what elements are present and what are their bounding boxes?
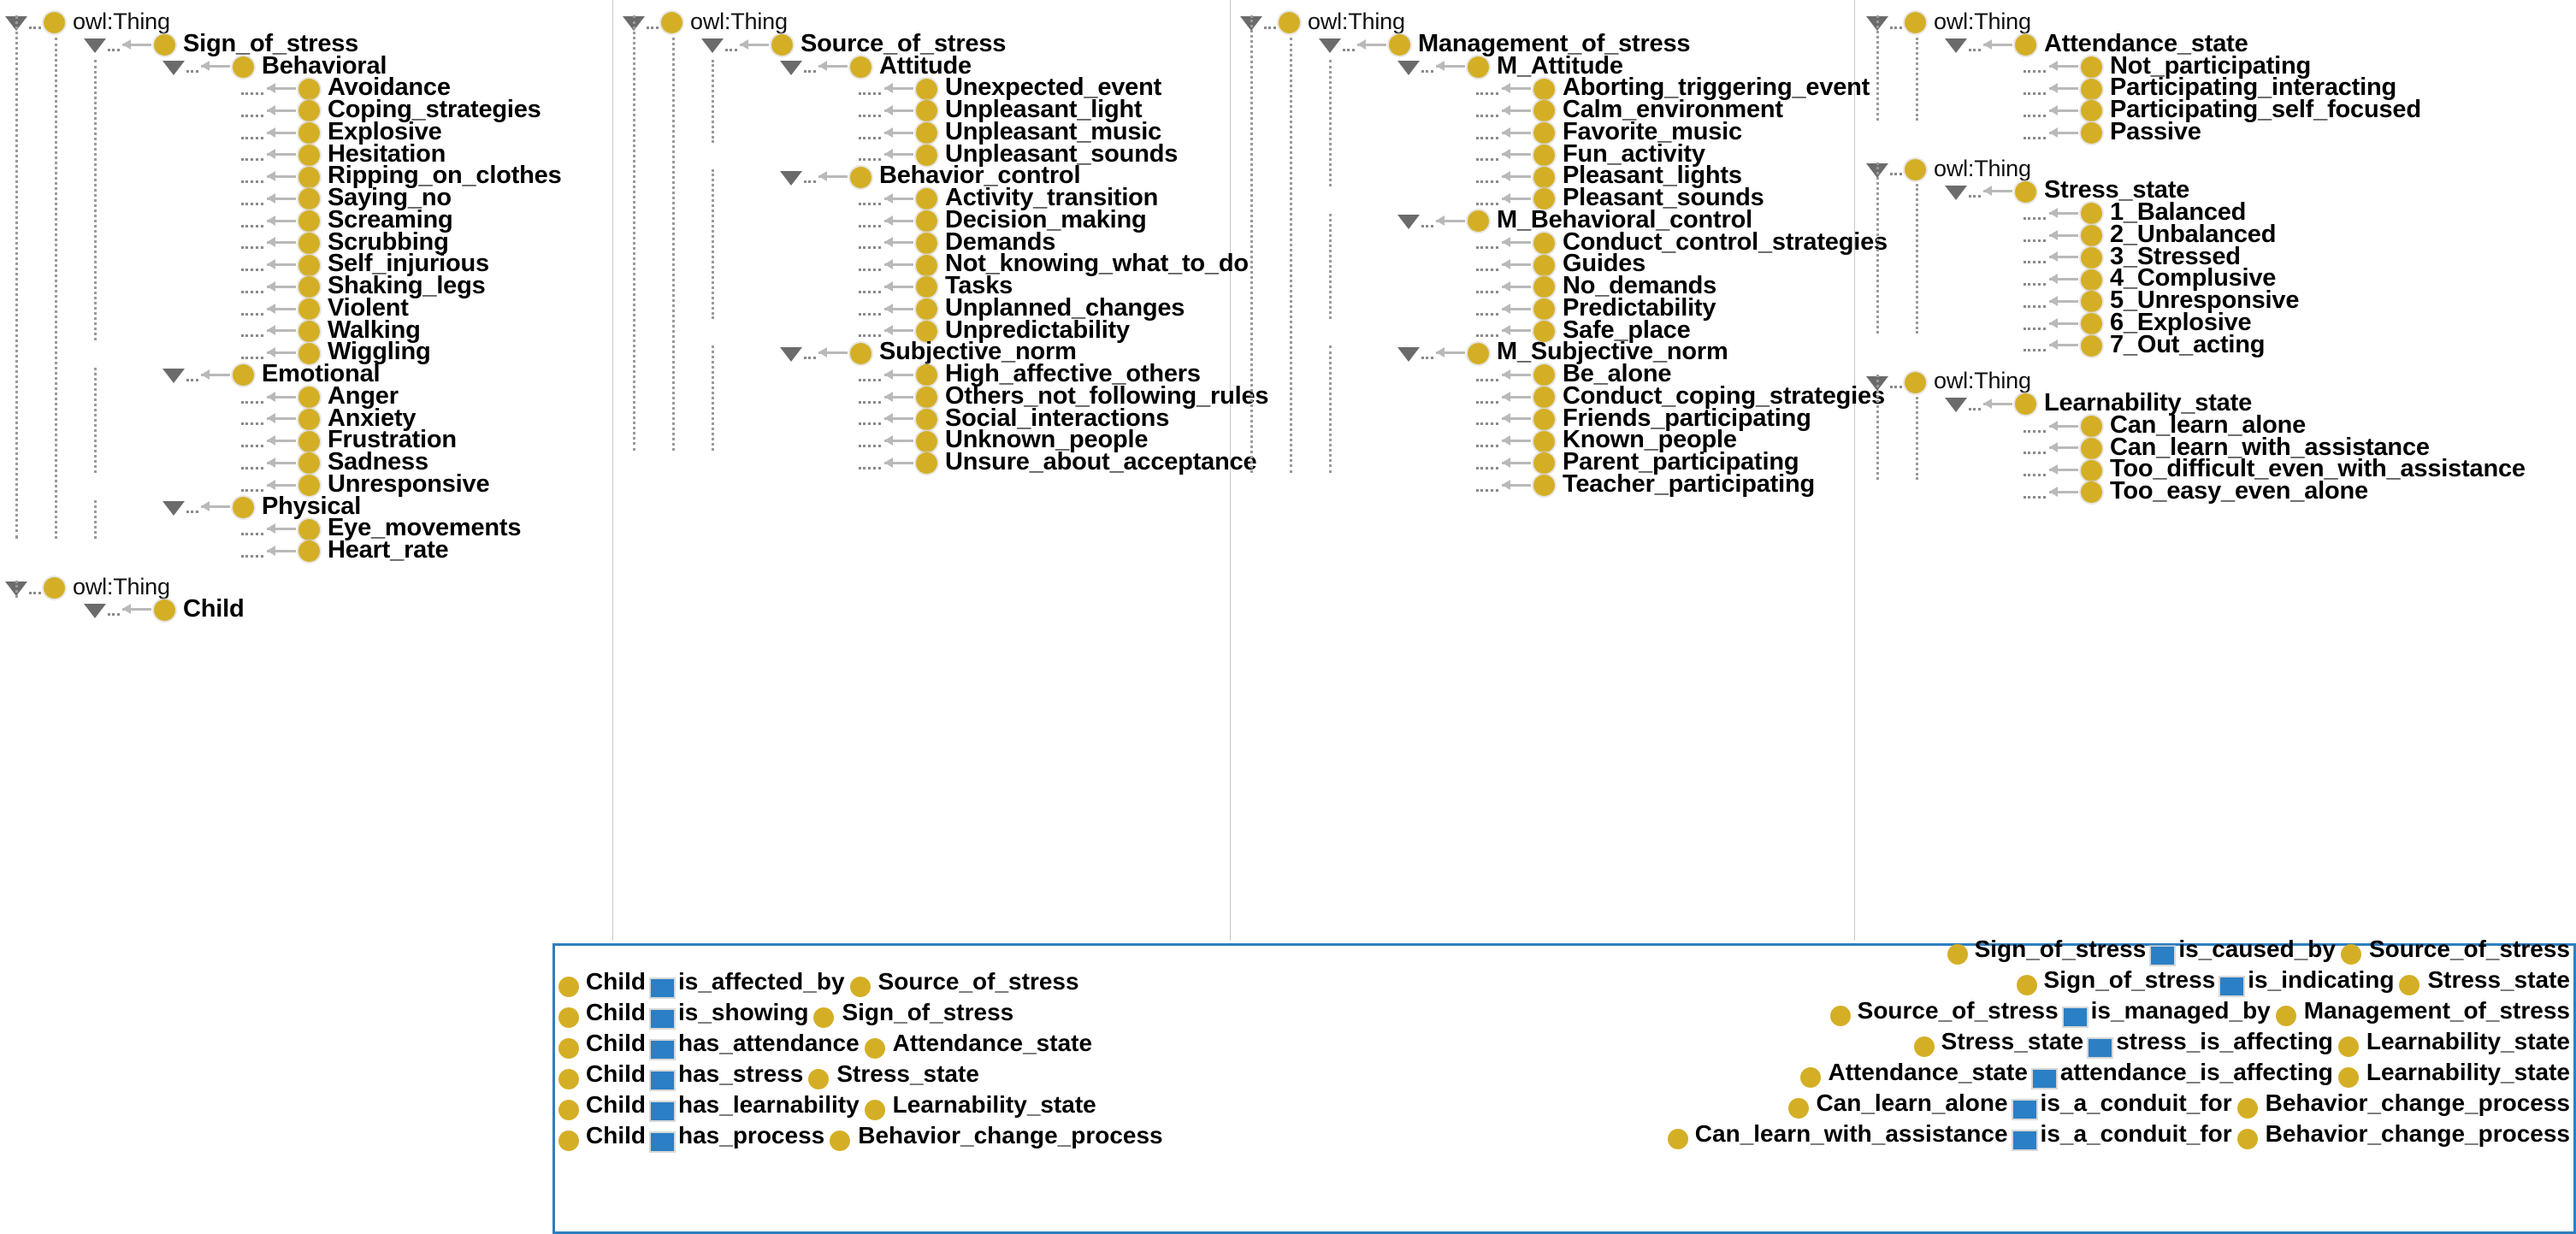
tree-node-label: Unsure_about_acceptance	[945, 448, 1257, 475]
tree-connector	[1890, 173, 1902, 178]
relation-object: Behavior_change_process	[858, 1122, 1163, 1148]
tree-connector	[1890, 386, 1902, 391]
tree-connector	[2024, 495, 2046, 501]
subclass-arrow-icon	[1502, 478, 1531, 493]
class-node-icon	[558, 1131, 579, 1151]
object-property-icon	[651, 1132, 674, 1151]
tree-node-label: Too_easy_even_alone	[2110, 477, 2368, 505]
tree-guide-rail	[712, 345, 714, 451]
relation-subject: Can_learn_with_assistance	[1694, 1120, 2008, 1147]
subclass-arrow-icon	[2049, 485, 2078, 500]
subclass-arrow-icon	[2049, 338, 2078, 353]
relation-object: Behavior_change_process	[2265, 1120, 2570, 1147]
class-node-icon	[2236, 1129, 2258, 1149]
tree-guide-rail	[1290, 37, 1292, 473]
tree-guide-rail	[94, 59, 97, 341]
subclass-arrow-icon	[884, 456, 913, 471]
tree-connector	[1264, 26, 1276, 32]
tree-guide-rail	[1329, 213, 1332, 319]
tree-guide-rail	[672, 37, 675, 451]
subclass-arrow-icon	[267, 544, 296, 559]
tree-connector	[2024, 136, 2046, 142]
subclass-arrow-icon	[2049, 126, 2078, 141]
class-node-icon	[830, 1131, 851, 1151]
class-node-icon	[1947, 944, 1968, 965]
class-node-icon	[1533, 475, 1555, 497]
tree-guide-rail	[1250, 15, 1253, 473]
tree-connector	[108, 613, 120, 618]
expand-triangle-icon[interactable]	[84, 603, 106, 618]
object-property-icon	[2012, 1131, 2036, 1149]
tree-node-label: 7_Out_acting	[2110, 330, 2266, 358]
tree-node-label: Heart_rate	[328, 536, 449, 564]
tree-node-too-easy-even-alone[interactable]: Too_easy_even_alone	[1945, 469, 2368, 512]
class-node-icon	[916, 452, 937, 475]
tree-node-unsure-about-acceptance[interactable]: Unsure_about_acceptance	[741, 440, 1257, 483]
tree-node-label: Passive	[2110, 117, 2201, 145]
tree-guide-rail	[712, 169, 714, 319]
tree-node-child[interactable]: Child	[44, 587, 245, 630]
tree-guide-rail	[633, 15, 635, 451]
subclass-arrow-icon	[122, 602, 151, 617]
relation-predicate: is_a_conduit_for	[2040, 1120, 2232, 1147]
class-node-icon	[2081, 334, 2102, 357]
tree-node-heart-rate[interactable]: Heart_rate	[123, 528, 449, 571]
class-node-icon	[1667, 1129, 1688, 1149]
tree-guide-rail	[15, 580, 18, 598]
tree-connector	[241, 554, 263, 560]
class-node-icon	[154, 599, 175, 621]
tree-guide-rail	[1916, 184, 1918, 334]
tree-node-label: Child	[183, 594, 245, 623]
tree-guide-rail	[1876, 15, 1879, 121]
tree-connector	[29, 26, 41, 32]
tree-guide-rail	[1916, 37, 1918, 121]
tree-guide-rail	[55, 37, 57, 539]
tree-guide-rail	[1329, 345, 1332, 473]
class-node-icon	[298, 540, 320, 563]
tree-guide-rail	[1876, 375, 1879, 480]
tree-connector	[2024, 349, 2046, 354]
relation-predicate: has_process	[678, 1122, 825, 1148]
tree-guide-rail	[1329, 59, 1332, 186]
tree-connector	[29, 591, 41, 597]
tree-connector	[859, 466, 881, 472]
tree-node-teacher-participating[interactable]: Teacher_participating	[1358, 463, 1815, 505]
legend-relation-row: Can_learn_with_assistance is_a_conduit_fo…	[1667, 1113, 2570, 1155]
class-node-icon	[2081, 122, 2102, 145]
tree-node-label: Teacher_participating	[1563, 469, 1816, 498]
tree-connector	[1476, 488, 1498, 494]
tree-guide-rail	[94, 368, 97, 473]
tree-guide-rail	[1876, 162, 1879, 334]
tree-connector	[1890, 26, 1902, 32]
column-separator-3	[1854, 0, 1855, 941]
class-node-icon	[1829, 1006, 1851, 1026]
tree-connector	[647, 26, 659, 32]
legend-relation-row: Child has_process Behavior_change_process	[558, 1114, 1163, 1157]
relation-subject: Child	[586, 1122, 646, 1148]
tree-guide-rail	[15, 15, 18, 539]
tree-guide-rail	[712, 59, 714, 143]
class-node-icon	[2081, 481, 2102, 504]
tree-guide-rail	[94, 499, 97, 539]
column-separator-1	[612, 0, 613, 941]
relations-legend-box: Child is_affected_by Source_of_stress Child…	[552, 936, 2576, 1234]
tree-guide-rail	[1916, 397, 1918, 480]
